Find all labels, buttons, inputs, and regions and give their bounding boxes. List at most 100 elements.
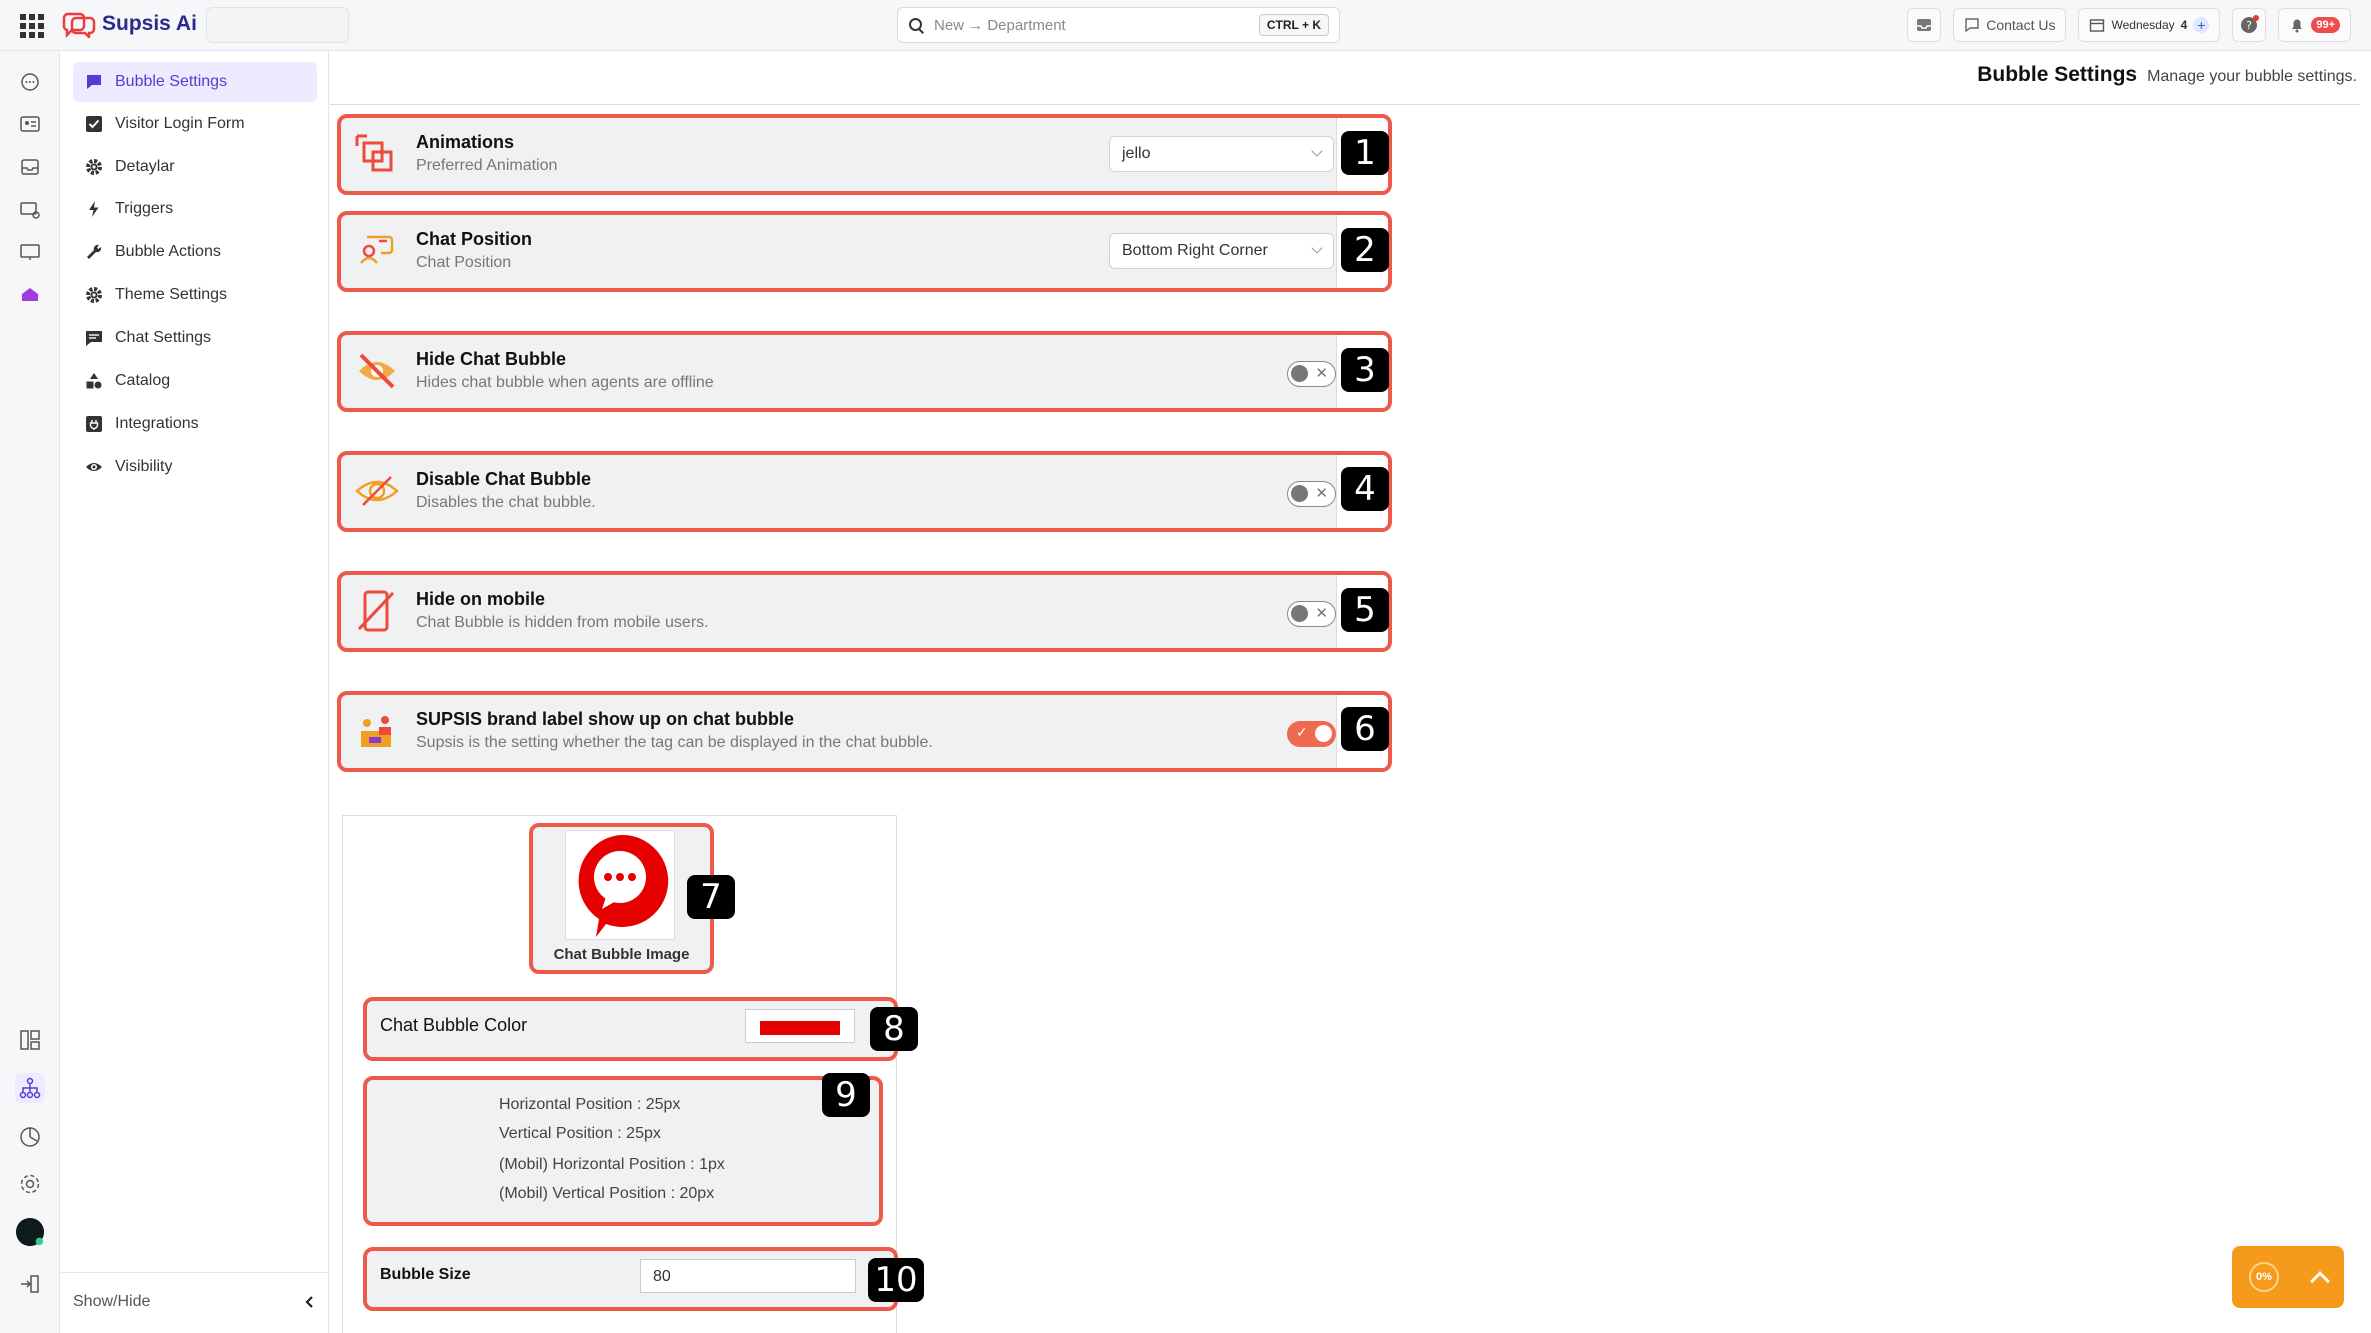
page-subtitle: Manage your bubble settings. bbox=[2147, 68, 2357, 85]
sidebar-item-visibility[interactable]: Visibility bbox=[73, 447, 317, 487]
hide-on-mobile-toggle[interactable]: ✕ bbox=[1287, 601, 1336, 627]
setting-title: Animations bbox=[416, 132, 515, 152]
chat-bubble-color-picker[interactable] bbox=[745, 1009, 855, 1043]
chat-bubble-logo-icon bbox=[578, 834, 669, 937]
bubble-size-setting: Bubble Size 80 bbox=[363, 1247, 898, 1311]
animation-select-value: jello bbox=[1122, 145, 1151, 162]
chat-lines-icon bbox=[85, 329, 103, 347]
wrench-icon bbox=[85, 243, 103, 261]
workspace-selector[interactable] bbox=[206, 7, 349, 43]
rail-reports-icon[interactable] bbox=[15, 1122, 45, 1152]
marker-number: 10 bbox=[868, 1258, 924, 1302]
supsis-logo-icon bbox=[62, 12, 96, 38]
bubble-size-input[interactable]: 80 bbox=[640, 1259, 856, 1293]
help-button[interactable]: ? bbox=[2232, 8, 2267, 42]
disable-chat-bubble-toggle[interactable]: ✕ bbox=[1287, 481, 1336, 507]
marker-number: 5 bbox=[1341, 588, 1389, 632]
rail-contacts-icon[interactable] bbox=[15, 109, 45, 139]
sidebar-item-label: Chat Settings bbox=[115, 329, 212, 346]
sidebar-item-label: Catalog bbox=[115, 372, 171, 389]
sidebar-item-bubble-settings[interactable]: Bubble Settings bbox=[73, 62, 317, 102]
floating-progress-button[interactable]: 0% bbox=[2232, 1246, 2344, 1308]
rail-chat-icon[interactable] bbox=[15, 67, 45, 97]
toggle-off-icon: ✕ bbox=[1315, 365, 1328, 382]
sidebar-item-label: Detaylar bbox=[115, 158, 175, 175]
rail-home-icon[interactable] bbox=[15, 280, 45, 310]
contact-us-button[interactable]: Contact Us bbox=[1953, 8, 2067, 42]
rail-monitor-settings-icon[interactable] bbox=[15, 195, 45, 225]
sidebar-item-detaylar[interactable]: Detaylar bbox=[73, 147, 317, 187]
rail-sitemap-icon[interactable] bbox=[15, 1073, 45, 1103]
position-pointer-icon bbox=[360, 235, 394, 264]
search-shortcut: CTRL + K bbox=[1258, 14, 1329, 36]
rail-monitor-icon[interactable] bbox=[15, 237, 45, 267]
progress-percent: 0% bbox=[2249, 1262, 2279, 1292]
toggle-on-icon: ✓ bbox=[1296, 724, 1308, 740]
notifications-button[interactable]: 99+ bbox=[2278, 8, 2351, 42]
eye-icon bbox=[85, 458, 103, 476]
marker-number: 7 bbox=[687, 875, 735, 919]
brand-label-toggle[interactable]: ✓ bbox=[1287, 721, 1336, 747]
bubble-position-settings[interactable]: Horizontal Position : 25px Vertical Posi… bbox=[363, 1076, 883, 1226]
rail-dashboard-icon[interactable] bbox=[15, 1025, 45, 1055]
date-number: 4 bbox=[2180, 18, 2188, 32]
hide-on-mobile-setting: Hide on mobile Chat Bubble is hidden fro… bbox=[337, 571, 1392, 652]
plus-icon[interactable]: + bbox=[2193, 17, 2210, 33]
setting-subtitle: Chat Bubble is hidden from mobile users. bbox=[416, 614, 709, 631]
sidebar-item-bubble-actions[interactable]: Bubble Actions bbox=[73, 232, 317, 272]
bolt-icon bbox=[85, 200, 103, 218]
hide-chat-bubble-setting: Hide Chat Bubble Hides chat bubble when … bbox=[337, 331, 1392, 412]
setting-title: Chat Position bbox=[416, 229, 532, 249]
search-bar[interactable]: New → Department CTRL + K bbox=[897, 7, 1340, 43]
app-logo[interactable]: Supsis Ai bbox=[62, 10, 197, 38]
setting-title: Disable Chat Bubble bbox=[416, 469, 592, 489]
chat-position-select[interactable]: Bottom Right Corner bbox=[1109, 233, 1334, 269]
sidebar-item-theme-settings[interactable]: Theme Settings bbox=[73, 275, 317, 315]
show-hide-toggle[interactable]: Show/Hide bbox=[61, 1272, 329, 1330]
setting-subtitle: Supsis is the setting whether the tag ca… bbox=[416, 734, 933, 751]
inbox-button[interactable] bbox=[1907, 8, 1942, 42]
animation-select[interactable]: jello bbox=[1109, 136, 1334, 172]
app-title: Supsis Ai bbox=[102, 12, 197, 35]
animation-layers-icon bbox=[355, 134, 393, 172]
setting-title: SUPSIS brand label show up on chat bubbl… bbox=[416, 709, 795, 729]
sidebar-item-triggers[interactable]: Triggers bbox=[73, 189, 317, 229]
marker-number: 3 bbox=[1341, 348, 1389, 392]
date-day: Wednesday bbox=[2111, 18, 2175, 32]
sidebar-item-label: Visitor Login Form bbox=[115, 115, 245, 132]
chat-bubble-icon bbox=[1965, 18, 1979, 33]
marker-number: 1 bbox=[1341, 131, 1389, 175]
toggle-knob bbox=[1315, 725, 1332, 742]
date-widget[interactable]: Wednesday 4 + bbox=[2078, 8, 2221, 42]
rail-logout-icon[interactable] bbox=[15, 1269, 45, 1299]
sidebar-item-visitor-login-form[interactable]: Visitor Login Form bbox=[73, 104, 317, 144]
marker-number: 2 bbox=[1341, 228, 1389, 272]
animations-setting: Animations Preferred Animation jello bbox=[337, 114, 1392, 195]
toggle-knob bbox=[1291, 485, 1308, 502]
gear-icon bbox=[85, 286, 103, 304]
chat-bubble-image[interactable] bbox=[565, 830, 675, 940]
setting-subtitle: Preferred Animation bbox=[416, 157, 558, 174]
sidebar-item-chat-settings[interactable]: Chat Settings bbox=[73, 318, 317, 358]
chevron-up-icon bbox=[2310, 1271, 2330, 1291]
settings-sidebar: Bubble Settings Visitor Login Form Detay… bbox=[61, 51, 329, 1333]
apps-grid-icon[interactable] bbox=[20, 14, 44, 38]
rail-inbox-icon[interactable] bbox=[15, 152, 45, 182]
sidebar-item-integrations[interactable]: Integrations bbox=[73, 404, 317, 444]
sidebar-item-label: Bubble Actions bbox=[115, 243, 221, 260]
toggle-off-icon: ✕ bbox=[1315, 485, 1328, 502]
notification-badge: 99+ bbox=[2311, 17, 2340, 33]
rail-settings-icon[interactable] bbox=[15, 1169, 45, 1199]
setting-subtitle: Disables the chat bubble. bbox=[416, 494, 596, 511]
chat-square-icon bbox=[85, 73, 103, 91]
icon-rail bbox=[0, 51, 60, 1333]
top-bar: Supsis Ai New → Department CTRL + K Cont… bbox=[0, 0, 2371, 51]
rail-avatar[interactable] bbox=[15, 1217, 45, 1247]
help-icon: ? bbox=[2241, 15, 2260, 33]
sidebar-item-catalog[interactable]: Catalog bbox=[73, 361, 317, 401]
chevron-down-icon bbox=[1311, 242, 1323, 254]
chat-bubble-image-caption: Chat Bubble Image bbox=[553, 946, 690, 963]
page-header: Bubble Settings Manage your bubble setti… bbox=[1977, 63, 2357, 87]
hide-chat-bubble-toggle[interactable]: ✕ bbox=[1287, 361, 1336, 387]
calendar-icon bbox=[2090, 19, 2105, 32]
